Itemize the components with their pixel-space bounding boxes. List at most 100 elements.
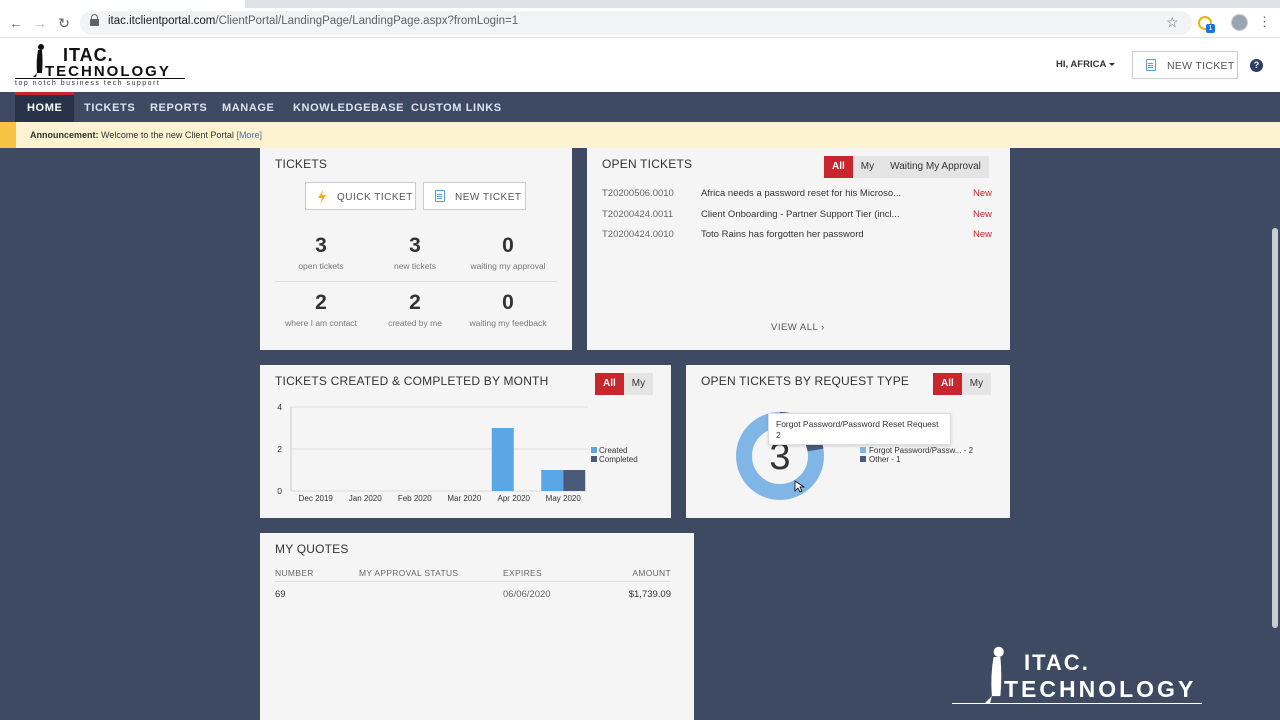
stat-number: 3	[409, 234, 421, 257]
x-tick-label: Jan 2020	[349, 494, 382, 503]
url-host: itac.itclientportal.com	[108, 15, 216, 27]
bar-created-may-2020	[541, 470, 564, 491]
ticket-status: New	[972, 229, 992, 240]
reload-icon[interactable]: ↻	[55, 14, 73, 32]
quote-expires: 06/06/2020	[503, 589, 551, 600]
filter-all[interactable]: All	[824, 156, 853, 178]
url-text: itac.itclientportal.com/ClientPortal/Lan…	[108, 15, 518, 27]
filter-waiting-approval[interactable]: Waiting My Approval	[882, 156, 989, 178]
ticket-id: T20200424.0010	[602, 229, 674, 240]
nav-knowledgebase[interactable]: KNOWLEDGEBASE	[281, 92, 416, 122]
announcement-text: Announcement: Welcome to the new Client …	[30, 130, 262, 140]
browser-active-tab[interactable]	[0, 0, 245, 8]
filter-my[interactable]: My	[853, 156, 882, 178]
stat-caption: waiting my feedback	[469, 318, 547, 328]
document-icon	[435, 190, 445, 202]
back-icon[interactable]: ←	[7, 14, 25, 32]
stat-caption: new tickets	[393, 261, 437, 271]
main-nav: HOME TICKETS REPORTS MANAGE KNOWLEDGEBAS…	[0, 92, 1280, 122]
stats-divider	[275, 281, 557, 282]
ticket-subject[interactable]: Africa needs a password reset for his Mi…	[701, 188, 901, 199]
open-tickets-title: OPEN TICKETS	[602, 157, 693, 171]
bar-completed-may-2020	[563, 470, 586, 491]
url-path: /ClientPortal/LandingPage/LandingPage.as…	[215, 15, 519, 27]
nav-manage[interactable]: MANAGE	[210, 92, 287, 122]
forward-icon[interactable]: →	[31, 14, 49, 32]
view-all-link[interactable]: VIEW ALL ›	[771, 322, 825, 333]
ticket-subject[interactable]: Toto Rains has forgotten her password	[701, 229, 864, 240]
header-new-ticket-label: NEW TICKET	[1167, 60, 1235, 72]
x-tick-label: May 2020	[546, 494, 582, 503]
open-ticket-row[interactable]: T20200424.0010 Toto Rains has forgotten …	[602, 225, 992, 245]
stat-waiting-approval[interactable]: 0 waiting my approval	[458, 234, 558, 271]
nav-reports[interactable]: REPORTS	[138, 92, 219, 122]
x-tick-label: Apr 2020	[498, 494, 531, 503]
ticket-subject[interactable]: Client Onboarding - Partner Support Tier…	[701, 209, 900, 220]
profile-avatar[interactable]	[1231, 14, 1248, 31]
page-scrollbar[interactable]	[1270, 148, 1280, 720]
user-menu[interactable]: HI, AFRICA	[1056, 59, 1116, 70]
x-tick-label: Feb 2020	[398, 494, 432, 503]
bar-created-apr-2020	[491, 428, 514, 491]
stat-number: 0	[502, 291, 514, 314]
address-bar[interactable]: itac.itclientportal.com/ClientPortal/Lan…	[80, 11, 1192, 35]
x-tick-label: Dec 2019	[299, 494, 334, 503]
stat-where-contact[interactable]: 2 where I am contact	[271, 291, 371, 328]
legend-other: Other - 1	[860, 455, 901, 464]
stat-caption: waiting my approval	[470, 261, 546, 271]
chevron-right-icon: ›	[821, 322, 825, 333]
announcement-bar: Announcement: Welcome to the new Client …	[0, 122, 1280, 148]
quotes-header-divider	[275, 581, 671, 582]
stat-number: 3	[315, 234, 327, 257]
stat-created-by-me[interactable]: 2 created by me	[365, 291, 465, 328]
bookmark-star-icon[interactable]: ☆	[1166, 14, 1179, 31]
nav-custom-links[interactable]: CUSTOM LINKS	[399, 92, 514, 122]
stat-number: 0	[502, 234, 514, 257]
open-tickets-filter: All My Waiting My Approval	[824, 156, 989, 178]
quick-ticket-label: QUICK TICKET	[337, 192, 413, 203]
stat-new-tickets[interactable]: 3 new tickets	[365, 234, 465, 271]
nav-tickets[interactable]: TICKETS	[72, 92, 147, 122]
ticket-status: New	[972, 188, 992, 199]
browser-menu-icon[interactable]: ⋮	[1258, 14, 1271, 30]
stat-caption: created by me	[388, 318, 442, 328]
chart-tooltip: Forgot Password/Password Reset Request 2	[768, 413, 951, 445]
col-expires[interactable]: EXPIRES	[503, 568, 542, 578]
quotes-title: MY QUOTES	[275, 542, 349, 556]
ticket-id: T20200424.0011	[602, 209, 674, 220]
open-tickets-panel: OPEN TICKETS All My Waiting My Approval …	[587, 148, 1010, 350]
col-amount[interactable]: AMOUNT	[632, 568, 671, 578]
legend-label: Forgot Password/Passw... - 2	[869, 446, 974, 455]
header-new-ticket-button[interactable]: NEW TICKET	[1132, 51, 1238, 79]
y-tick-label: 4	[277, 402, 282, 412]
open-ticket-row[interactable]: T20200424.0011 Client Onboarding - Partn…	[602, 205, 992, 225]
company-logo[interactable]: ITAC. TECHNOLOGY top notch business tech…	[15, 41, 190, 91]
mouse-cursor-icon	[794, 480, 806, 493]
tickets-panel-title: TICKETS	[275, 157, 328, 171]
document-icon	[1146, 59, 1156, 71]
nav-home[interactable]: HOME	[15, 92, 75, 122]
tickets-panel: TICKETS QUICK TICKET NEW TICKET 3 open ti…	[260, 148, 572, 350]
stat-caption: open tickets	[298, 261, 344, 271]
x-tick-label: Mar 2020	[447, 494, 481, 503]
col-approval-status[interactable]: MY APPROVAL STATUS	[359, 568, 458, 578]
open-ticket-row[interactable]: T20200506.0010 Africa needs a password r…	[602, 184, 992, 204]
panel-new-ticket-button[interactable]: NEW TICKET	[423, 182, 526, 210]
logo-tagline: top notch business tech support	[15, 80, 161, 87]
portal-header: ITAC. TECHNOLOGY top notch business tech…	[0, 38, 1280, 92]
col-number[interactable]: NUMBER	[275, 568, 314, 578]
quick-ticket-button[interactable]: QUICK TICKET	[305, 182, 416, 210]
announcement-message: Welcome to the new Client Portal	[101, 130, 234, 140]
quote-number[interactable]: 69	[275, 589, 286, 600]
stat-waiting-feedback[interactable]: 0 waiting my feedback	[458, 291, 558, 328]
help-icon[interactable]: ?	[1250, 59, 1263, 72]
tooltip-value: 2	[776, 430, 781, 440]
stat-open-tickets[interactable]: 3 open tickets	[271, 234, 371, 271]
legend-label-completed: Completed	[599, 455, 638, 464]
stat-number: 2	[315, 291, 327, 314]
scrollbar-thumb[interactable]	[1272, 228, 1278, 628]
y-tick-label: 2	[277, 444, 282, 454]
announcement-more-link[interactable]: [More]	[236, 130, 262, 140]
tooltip-title: Forgot Password/Password Reset Request	[776, 419, 939, 429]
bar-chart: 0 2 4 Dec 2019 Jan 2020 Feb 2020 Mar 2020 Apr 2…	[277, 402, 638, 503]
